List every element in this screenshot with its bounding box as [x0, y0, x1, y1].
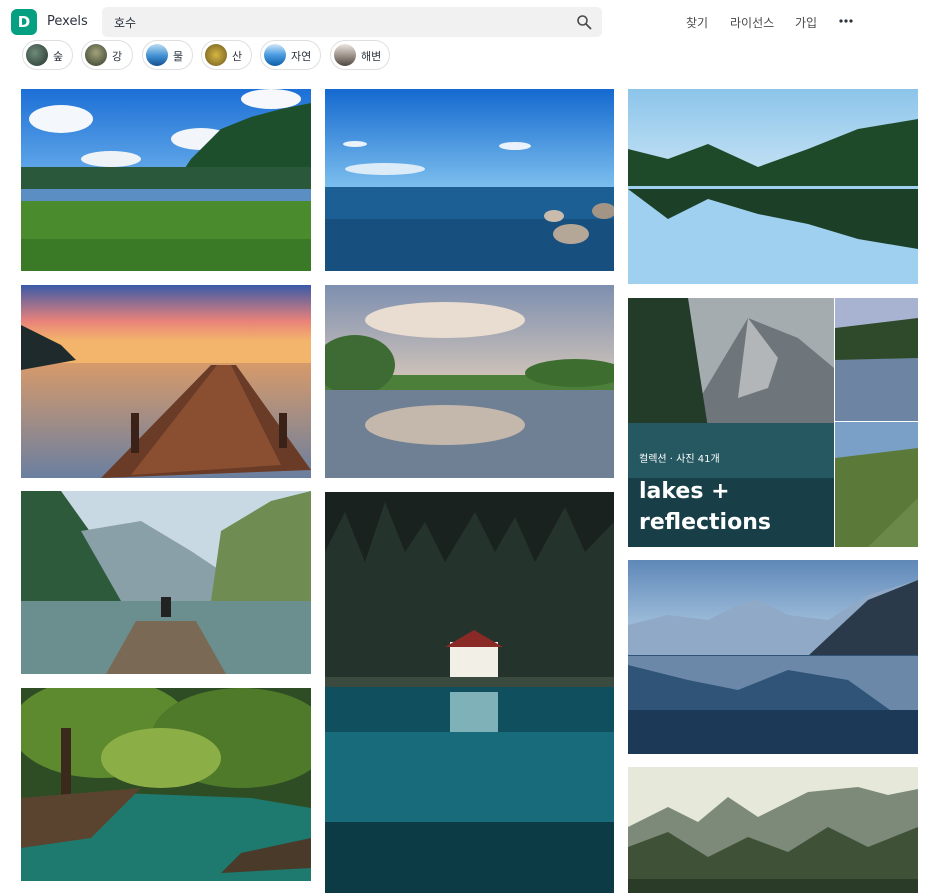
nav-join[interactable]: 가입 [795, 14, 817, 31]
more-dots-icon[interactable] [838, 13, 854, 29]
chip-thumbnail [334, 44, 356, 66]
photo-image [21, 89, 311, 271]
search-input[interactable]: 호수 [102, 7, 602, 37]
chip-thumbnail [205, 44, 227, 66]
photo-calm-reflection-trees[interactable] [325, 285, 614, 478]
search-query[interactable]: 호수 [114, 14, 136, 31]
chip-label: 해변 [361, 50, 382, 63]
photo-house-forest-lake[interactable] [325, 492, 614, 893]
photo-image [325, 89, 614, 271]
chip-label: 강 [112, 50, 123, 63]
chip-forest[interactable]: 숲 [22, 40, 73, 70]
chip-mountain[interactable]: 산 [201, 40, 252, 70]
chip-thumbnail [85, 44, 107, 66]
chip-thumbnail [26, 44, 48, 66]
logo-letter: D [17, 13, 31, 31]
photo-sunset-pier[interactable] [21, 285, 311, 478]
photo-misty-karst-river[interactable] [628, 767, 918, 893]
collection-lakes-reflections[interactable]: 컬렉션 · 사진 41개 lakes + reflections [628, 298, 918, 547]
photo-mountain-dock-person[interactable] [21, 491, 311, 674]
photo-image [21, 688, 311, 881]
chip-thumbnail [264, 44, 286, 66]
photo-image [325, 285, 614, 478]
photo-image [21, 491, 311, 674]
collection-title[interactable]: lakes + reflections [639, 476, 829, 538]
chip-thumbnail [146, 44, 168, 66]
photo-blue-lake-rocks[interactable] [325, 89, 614, 271]
photo-mountain-lake-reflection[interactable] [628, 560, 918, 754]
photo-image [628, 560, 918, 754]
collection-meta: 컬렉션 · 사진 41개 [639, 454, 720, 465]
photo-forest-lake-reflection[interactable] [628, 89, 918, 284]
photo-image [628, 767, 918, 893]
chip-river[interactable]: 강 [81, 40, 133, 70]
chip-label: 산 [232, 50, 243, 63]
chip-water[interactable]: 물 [142, 40, 193, 70]
chip-label: 자연 [291, 50, 312, 63]
chip-beach[interactable]: 해변 [330, 40, 390, 70]
photo-image [325, 492, 614, 893]
brand-name[interactable]: Pexels [47, 14, 88, 29]
nav-license[interactable]: 라이선스 [730, 14, 774, 31]
photo-lake-forest-meadow[interactable] [21, 89, 311, 271]
pexels-logo-icon[interactable]: D [11, 9, 37, 35]
chip-label: 물 [173, 50, 184, 63]
chip-label: 숲 [53, 50, 64, 63]
photo-image [21, 285, 311, 478]
top-bar: D Pexels 호수 찾기 라이선스 가입 [0, 0, 939, 44]
chip-nature[interactable]: 자연 [260, 40, 321, 70]
photo-image [628, 89, 918, 284]
photo-forest-stream[interactable] [21, 688, 311, 881]
search-icon[interactable] [576, 14, 592, 30]
nav-explore[interactable]: 찾기 [686, 14, 708, 31]
